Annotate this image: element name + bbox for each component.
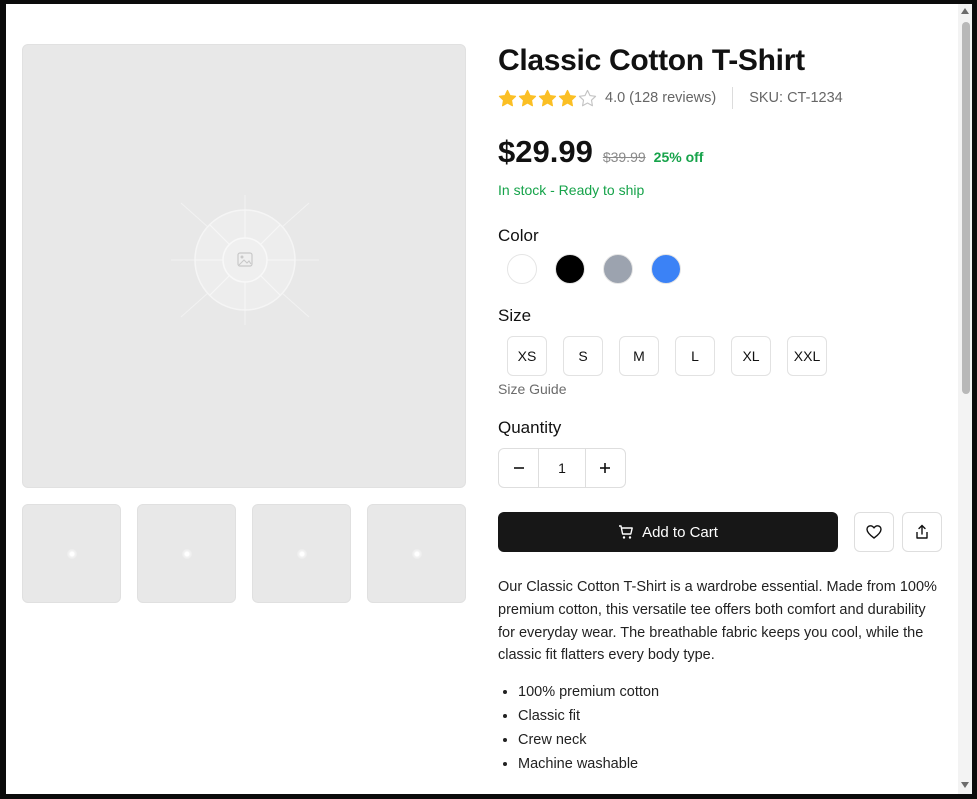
rating-row: 4.0 (128 reviews) SKU: CT-1234 xyxy=(498,87,843,109)
feature-item: 100% premium cotton xyxy=(518,680,659,704)
thumbnail-3[interactable] xyxy=(252,504,351,603)
sku-text: SKU: CT-1234 xyxy=(749,90,843,106)
thumbnail-strip xyxy=(22,504,466,604)
product-description: Our Classic Cotton T-Shirt is a wardrobe… xyxy=(498,579,937,664)
stock-status: In stock - Ready to ship xyxy=(498,182,645,198)
feature-item: Classic fit xyxy=(518,704,659,728)
star-filled-icon xyxy=(498,89,517,106)
thumbnail-placeholder-icon xyxy=(67,549,77,559)
scroll-up-icon[interactable] xyxy=(961,8,969,14)
size-xxl-button[interactable]: XXL xyxy=(787,336,827,376)
product-page: Classic Cotton T-Shirt 4.0 (128 reviews)… xyxy=(6,4,972,794)
add-to-cart-button[interactable]: Add to Cart xyxy=(498,512,838,552)
color-swatch-gray[interactable] xyxy=(603,254,633,284)
color-swatch-blue[interactable] xyxy=(651,254,681,284)
color-swatch-white[interactable] xyxy=(507,254,537,284)
size-xl-button[interactable]: XL xyxy=(731,336,771,376)
decrease-quantity-button[interactable] xyxy=(499,449,538,487)
divider xyxy=(732,87,734,109)
page-content: Classic Cotton T-Shirt 4.0 (128 reviews)… xyxy=(6,4,958,794)
thumbnail-1[interactable] xyxy=(22,504,121,603)
plus-icon xyxy=(600,463,611,473)
product-title: Classic Cotton T-Shirt xyxy=(498,44,805,77)
size-l-button[interactable]: L xyxy=(675,336,715,376)
minus-icon xyxy=(513,467,524,469)
quantity-stepper: 1 xyxy=(498,448,626,488)
thumbnail-placeholder-icon xyxy=(412,549,422,559)
scrollbar-thumb[interactable] xyxy=(962,22,970,394)
quantity-input[interactable]: 1 xyxy=(538,449,586,487)
vertical-scrollbar[interactable] xyxy=(958,4,972,794)
scroll-down-icon[interactable] xyxy=(961,782,969,788)
wishlist-button[interactable] xyxy=(854,512,894,552)
current-price: $29.99 xyxy=(498,134,593,169)
size-xs-button[interactable]: XS xyxy=(507,336,547,376)
size-s-button[interactable]: S xyxy=(563,336,603,376)
increase-quantity-button[interactable] xyxy=(586,449,625,487)
heart-icon xyxy=(866,525,882,539)
rating-text[interactable]: 4.0 (128 reviews) xyxy=(605,90,716,106)
star-filled-icon xyxy=(538,89,557,106)
size-guide-link[interactable]: Size Guide xyxy=(498,381,566,397)
feature-item: Crew neck xyxy=(518,728,659,752)
price-row: $29.99 $39.99 25% off xyxy=(498,134,703,170)
quantity-label: Quantity xyxy=(498,418,562,437)
feature-list: 100% premium cotton Classic fit Crew nec… xyxy=(498,680,659,776)
color-label: Color xyxy=(498,226,539,245)
discount-badge: 25% off xyxy=(653,149,704,165)
thumbnail-2[interactable] xyxy=(137,504,236,603)
feature-item: Machine washable xyxy=(518,752,659,776)
share-button[interactable] xyxy=(902,512,942,552)
size-m-button[interactable]: M xyxy=(619,336,659,376)
main-product-image[interactable] xyxy=(22,44,466,488)
add-to-cart-label: Add to Cart xyxy=(642,523,718,541)
color-swatch-black[interactable] xyxy=(555,254,585,284)
star-rating xyxy=(498,89,597,108)
cart-icon xyxy=(619,525,633,539)
image-placeholder-icon xyxy=(171,195,319,325)
share-icon xyxy=(916,524,928,539)
thumbnail-placeholder-icon xyxy=(182,549,192,559)
size-label: Size xyxy=(498,306,532,325)
star-filled-icon xyxy=(558,89,577,106)
star-empty-icon xyxy=(578,89,597,106)
thumbnail-placeholder-icon xyxy=(297,549,307,559)
original-price: $39.99 xyxy=(602,149,646,165)
thumbnail-4[interactable] xyxy=(367,504,466,603)
star-filled-icon xyxy=(518,89,537,106)
